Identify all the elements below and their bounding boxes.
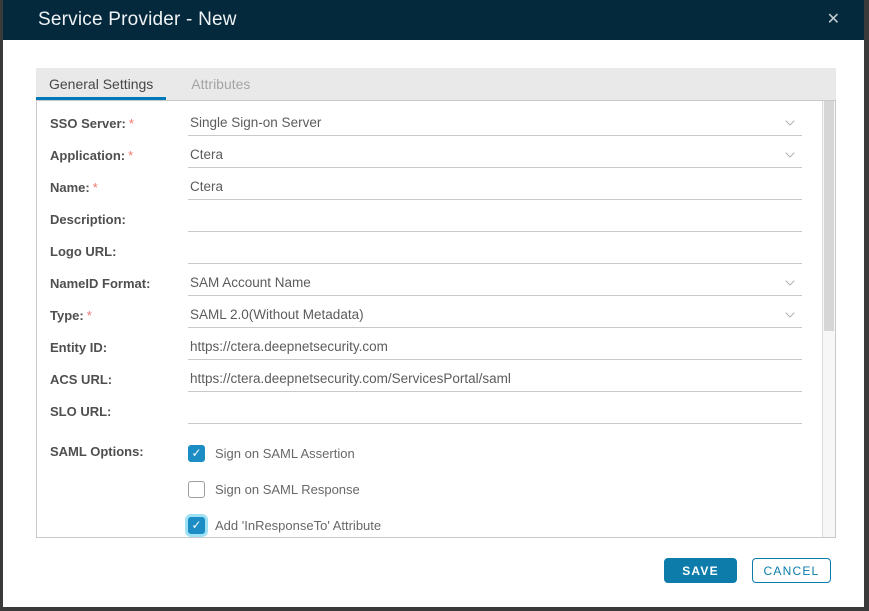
checkbox-row: ✓ Add 'InResponseTo' Attribute (188, 507, 381, 538)
field-input[interactable]: https://ctera.deepnetsecurity.com/Servic… (188, 366, 802, 392)
form-row: Name:* Ctera (50, 171, 835, 203)
form-row: Type:* SAML 2.0(Without Metadata) (50, 299, 835, 331)
field-value: Single Sign-on Server (190, 115, 321, 130)
required-asterisk: * (93, 180, 98, 195)
required-asterisk: * (129, 116, 134, 131)
field-label-text: SLO URL: (50, 404, 111, 419)
saml-options-checkboxes: ✓ Sign on SAML Assertion Sign on SAML Re… (188, 435, 381, 538)
field-label: SSO Server:* (50, 116, 188, 131)
tab-label: Attributes (191, 76, 250, 92)
checkbox-label: Sign on SAML Response (215, 482, 360, 497)
checkbox-row: Sign on SAML Response (188, 471, 381, 507)
field-input[interactable]: Ctera (188, 142, 802, 168)
tab-strip: General Settings Attributes (36, 68, 836, 100)
required-asterisk: * (87, 308, 92, 323)
save-button[interactable]: SAVE (664, 558, 737, 583)
form-row: Logo URL:* (50, 235, 835, 267)
field-input[interactable]: SAM Account Name (188, 270, 802, 296)
saml-options-label: SAML Options: (50, 435, 188, 538)
field-label: NameID Format:* (50, 276, 188, 291)
dialog-title: Service Provider - New (38, 9, 823, 31)
scrollbar-thumb[interactable] (824, 101, 834, 331)
form-row: Description:* (50, 203, 835, 235)
field-value: https://ctera.deepnetsecurity.com/Servic… (190, 371, 511, 386)
field-label: Logo URL:* (50, 244, 188, 259)
field-label-text: Application: (50, 148, 125, 163)
chevron-down-icon (785, 116, 794, 125)
field-label: Entity ID:* (50, 340, 188, 355)
tab-label: General Settings (49, 76, 153, 92)
field-label-text: Entity ID: (50, 340, 107, 355)
field-label-text: SSO Server: (50, 116, 126, 131)
field-input[interactable]: SAML 2.0(Without Metadata) (188, 302, 802, 328)
field-label: SLO URL:* (50, 404, 188, 419)
required-asterisk: * (128, 148, 133, 163)
field-label: Type:* (50, 308, 188, 323)
checkbox-row: ✓ Sign on SAML Assertion (188, 435, 381, 471)
form-row: Entity ID:* https://ctera.deepnetsecurit… (50, 331, 835, 363)
field-input[interactable] (188, 398, 802, 424)
field-label: Description:* (50, 212, 188, 227)
checkbox-label: Sign on SAML Assertion (215, 446, 355, 461)
field-label: Application:* (50, 148, 188, 163)
field-value: https://ctera.deepnetsecurity.com (190, 339, 388, 354)
field-input[interactable]: Ctera (188, 174, 802, 200)
field-input[interactable] (188, 206, 802, 232)
field-label-text: Description: (50, 212, 126, 227)
chevron-down-icon (785, 308, 794, 317)
vertical-scrollbar[interactable] (822, 101, 835, 537)
tab-general-settings[interactable]: General Settings (36, 68, 166, 100)
chevron-down-icon (785, 276, 794, 285)
field-label-text: Type: (50, 308, 84, 323)
field-input[interactable]: Single Sign-on Server (188, 110, 802, 136)
saml-options-section: SAML Options: ✓ Sign on SAML Assertion S… (37, 427, 835, 538)
checkbox[interactable] (188, 481, 205, 498)
service-provider-dialog: Service Provider - New ✕ General Setting… (3, 0, 864, 607)
dialog-footer: SAVE CANCEL (664, 558, 831, 583)
field-value: SAML 2.0(Without Metadata) (190, 307, 364, 322)
field-value: Ctera (190, 179, 223, 194)
close-icon[interactable]: ✕ (823, 10, 844, 30)
field-value: Ctera (190, 147, 223, 162)
field-label-text: Logo URL: (50, 244, 116, 259)
checkbox[interactable]: ✓ (188, 445, 205, 462)
field-value: SAM Account Name (190, 275, 311, 290)
form-row: Application:* Ctera (50, 139, 835, 171)
checkbox-label: Add 'InResponseTo' Attribute (215, 518, 381, 533)
checkbox[interactable]: ✓ (188, 517, 205, 534)
form-row: ACS URL:* https://ctera.deepnetsecurity.… (50, 363, 835, 395)
field-input[interactable] (188, 238, 802, 264)
field-input[interactable]: https://ctera.deepnetsecurity.com (188, 334, 802, 360)
form-row: NameID Format:* SAM Account Name (50, 267, 835, 299)
field-label: ACS URL:* (50, 372, 188, 387)
form-row: SLO URL:* (50, 395, 835, 427)
tab-attributes[interactable]: Attributes (178, 68, 263, 100)
field-label: Name:* (50, 180, 188, 195)
chevron-down-icon (785, 148, 794, 157)
cancel-button[interactable]: CANCEL (752, 558, 831, 583)
field-label-text: ACS URL: (50, 372, 112, 387)
general-settings-panel: SSO Server:* Single Sign-on Server Appli… (36, 100, 836, 538)
dialog-titlebar: Service Provider - New ✕ (3, 0, 864, 40)
field-label-text: NameID Format: (50, 276, 150, 291)
field-label-text: Name: (50, 180, 90, 195)
form-row: SSO Server:* Single Sign-on Server (50, 107, 835, 139)
form-fields: SSO Server:* Single Sign-on Server Appli… (37, 101, 835, 427)
